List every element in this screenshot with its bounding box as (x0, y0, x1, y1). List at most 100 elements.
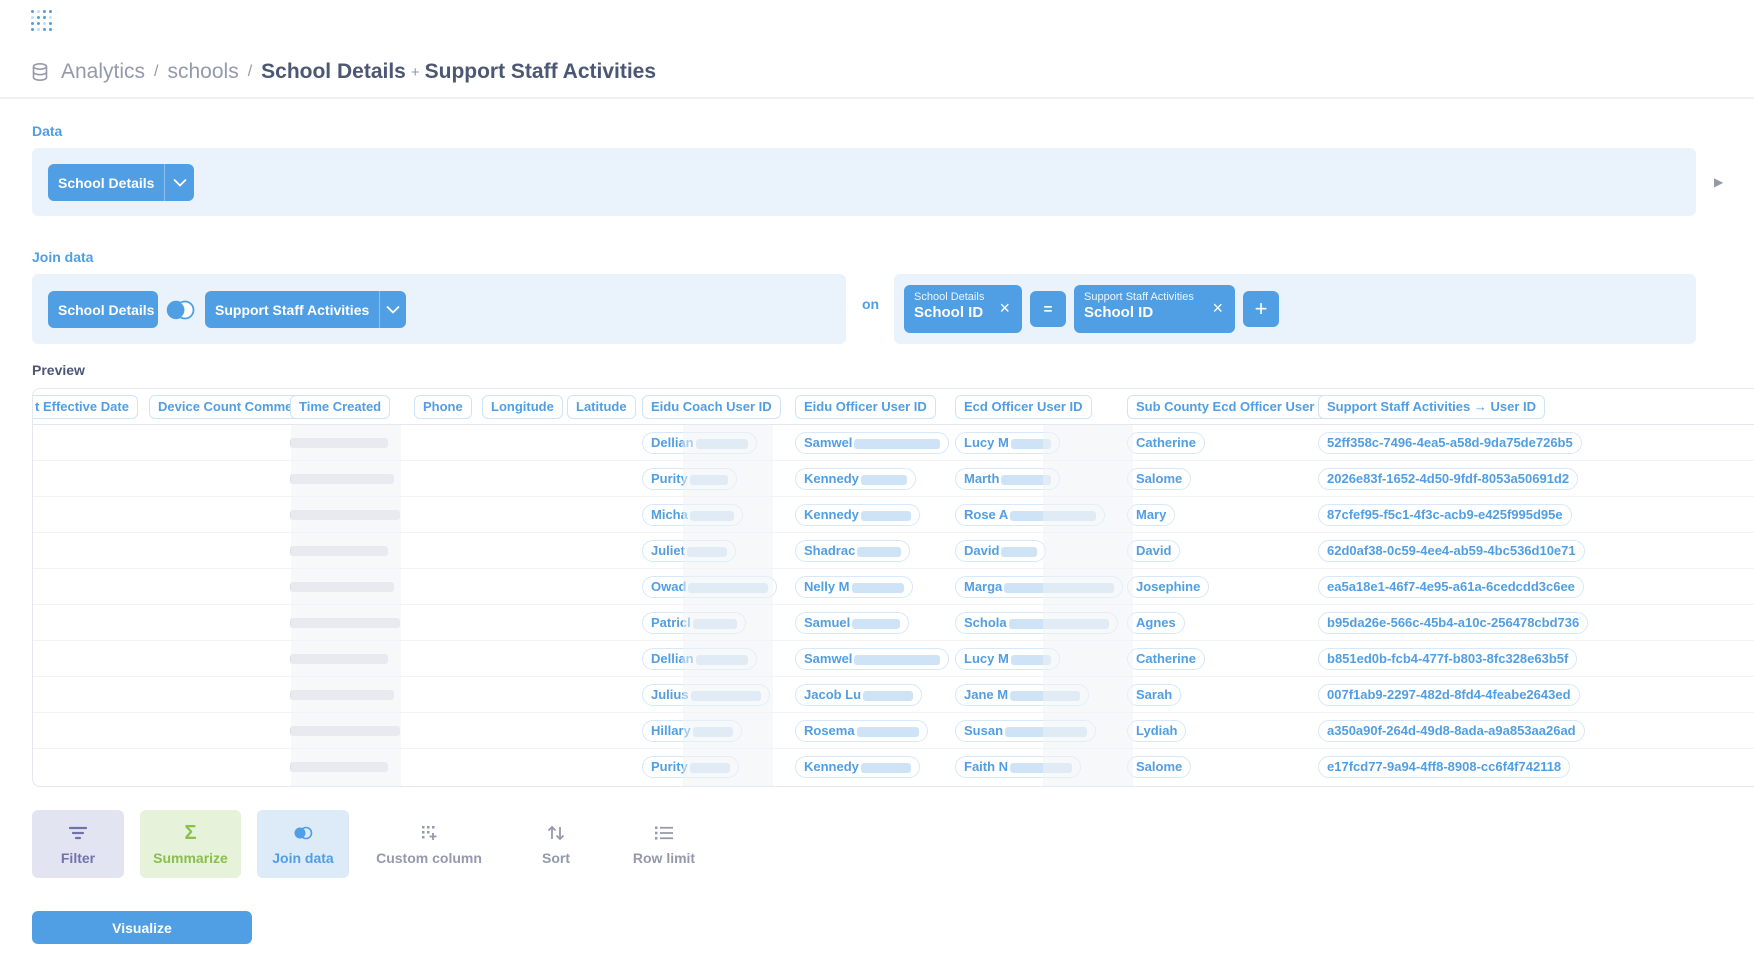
column-header[interactable]: Device Count Comment (149, 395, 314, 419)
breadcrumb-database[interactable]: Analytics (61, 60, 145, 84)
chevron-down-icon[interactable] (379, 291, 406, 328)
redacted-text (860, 510, 911, 521)
cell-uid[interactable]: 52ff358c-7496-4ea5-a58d-9da75de726b5 (1318, 432, 1582, 454)
cell-officer[interactable]: Kennedy (795, 468, 916, 490)
join-left-column-name: School ID (914, 304, 984, 321)
cell-sub[interactable]: Agnes (1127, 612, 1185, 634)
cell-uid[interactable]: 007f1ab9-2297-482d-8fd4-4feabe2643ed (1318, 684, 1580, 706)
column-header[interactable]: Eidu Coach User ID (642, 395, 781, 419)
cell-sub[interactable]: Catherine (1127, 432, 1205, 454)
sort-button-label: Sort (542, 850, 570, 866)
breadcrumb-plus: + (410, 63, 420, 81)
breadcrumb-table[interactable]: School Details (261, 60, 406, 84)
summarize-button-label: Summarize (153, 850, 228, 866)
cell-text: Faith N (964, 759, 1009, 774)
cell-text: Lucy M (964, 435, 1009, 450)
cell-text: b851ed0b-fcb4-477f-b803-8fc328e63b5f (1327, 651, 1569, 666)
breadcrumb-schema[interactable]: schools (167, 60, 238, 84)
redacted-region (1043, 425, 1133, 786)
visualize-button[interactable]: Visualize (32, 911, 252, 944)
join-icon (293, 822, 313, 844)
cell-sub[interactable]: Salome (1127, 468, 1192, 490)
column-header[interactable]: Eidu Officer User ID (795, 395, 936, 419)
data-source-picker[interactable]: School Details (48, 164, 194, 201)
breadcrumb: Analytics / schools / School Details + S… (32, 58, 656, 86)
data-source-label: School Details (58, 174, 155, 191)
cell-text: ea5a18e1-46f7-4e95-a61a-6cedcdd3c6ee (1327, 579, 1575, 594)
summarize-button[interactable]: Σ Summarize (140, 810, 241, 878)
logo-dot (37, 16, 40, 19)
cell-uid[interactable]: b95da26e-566c-45b4-a10c-256478cbd736 (1318, 612, 1589, 634)
cell-sub[interactable]: Josephine (1127, 576, 1210, 598)
column-header[interactable]: Phone (414, 395, 472, 419)
cell-uid[interactable]: 2026e83f-1652-4d50-9fdf-8053a50691d2 (1318, 468, 1579, 490)
custom-column-icon (421, 822, 437, 844)
column-header[interactable]: Ecd Officer User ID (955, 395, 1092, 419)
cell-officer[interactable]: Nelly M (795, 576, 913, 598)
join-tables-panel: School Details Support Staff Activities (32, 274, 846, 344)
cell-officer[interactable]: Samwel (795, 648, 950, 670)
chevron-down-icon[interactable] (164, 164, 194, 201)
cell-officer[interactable]: Samuel (795, 612, 910, 634)
cell-officer[interactable]: Jacob Lu (795, 684, 923, 706)
join-operator-button[interactable]: = (1030, 291, 1066, 327)
join-type-icon[interactable] (165, 300, 197, 320)
filter-button[interactable]: Filter (32, 810, 124, 878)
cell-officer[interactable]: Shadrac (795, 540, 911, 562)
data-step-panel: School Details (32, 148, 1696, 216)
cell-text: David (964, 543, 1000, 558)
cell-text: Lydiah (1136, 723, 1178, 738)
close-icon[interactable]: × (999, 298, 1010, 319)
cell-uid[interactable]: ea5a18e1-46f7-4e95-a61a-6cedcdd3c6ee (1318, 576, 1584, 598)
cell-sub[interactable]: Salome (1127, 756, 1192, 778)
cell-officer[interactable]: Samwel (795, 432, 950, 454)
cell-text: 87cfef95-f5c1-4f3c-acb9-e425f995d95e (1327, 507, 1563, 522)
cell-text: Salome (1136, 759, 1183, 774)
cell-text: Shadrac (804, 543, 856, 558)
column-header[interactable]: t Effective Date (33, 395, 138, 419)
join-data-button[interactable]: Join data (257, 810, 349, 878)
logo-dot (31, 10, 34, 13)
cell-sub[interactable]: Sarah (1127, 684, 1182, 706)
cell-sub[interactable]: Lydiah (1127, 720, 1187, 742)
column-header[interactable]: Time Created (290, 395, 391, 419)
join-left-table-label: School Details (58, 301, 155, 318)
metabase-logo[interactable] (31, 10, 57, 36)
cell-sub[interactable]: Mary (1127, 504, 1176, 526)
join-left-column[interactable]: School Details School ID × (904, 285, 1022, 333)
cell-uid[interactable]: b851ed0b-fcb4-477f-b803-8fc328e63b5f (1318, 648, 1578, 670)
column-header[interactable]: Sub County Ecd Officer User ID (1127, 395, 1341, 419)
add-join-condition-button[interactable]: + (1243, 291, 1279, 327)
join-right-column[interactable]: Support Staff Activities School ID × (1074, 285, 1235, 333)
cell-uid[interactable]: a350a90f-264d-49d8-8ada-a9a853aa26ad (1318, 720, 1585, 742)
cell-officer[interactable]: Kennedy (795, 756, 920, 778)
column-header[interactable]: Support Staff Activities → User ID (1318, 395, 1545, 419)
join-data-button-label: Join data (272, 850, 334, 866)
column-header[interactable]: Latitude (567, 395, 636, 419)
close-icon[interactable]: × (1212, 298, 1223, 319)
cell-officer[interactable]: Kennedy (795, 504, 920, 526)
join-right-table-picker[interactable]: Support Staff Activities (205, 291, 406, 328)
cell-uid[interactable]: 87cfef95-f5c1-4f3c-acb9-e425f995d95e (1318, 504, 1572, 526)
cell-officer[interactable]: Rosema (795, 720, 928, 742)
row-limit-button-label: Row limit (632, 850, 696, 866)
expand-arrow-icon[interactable]: ▶ (1714, 175, 1723, 189)
column-header[interactable]: Longitude (482, 395, 563, 419)
redacted-text (860, 762, 911, 773)
cell-uid[interactable]: e17fcd77-9a94-4ff8-8908-cc6f4f742118 (1318, 756, 1571, 778)
breadcrumb-separator: / (154, 63, 159, 80)
breadcrumb-joined-table[interactable]: Support Staff Activities (425, 60, 656, 84)
header-divider (0, 97, 1754, 99)
logo-dot (37, 22, 40, 25)
redacted-text (856, 726, 919, 737)
row-limit-button[interactable]: Row limit (618, 810, 710, 878)
cell-text: 007f1ab9-2297-482d-8fd4-4feabe2643ed (1327, 687, 1571, 702)
cell-sub[interactable]: Catherine (1127, 648, 1205, 670)
redacted-text (854, 654, 941, 665)
redacted-text (852, 618, 901, 629)
sort-button[interactable]: Sort (510, 810, 602, 878)
cell-uid[interactable]: 62d0af38-0c59-4ee4-ab59-4bc536d10e71 (1318, 540, 1585, 562)
custom-column-button[interactable]: Custom column (372, 810, 486, 878)
cell-ecd[interactable]: David (955, 540, 1047, 562)
cell-sub[interactable]: David (1127, 540, 1181, 562)
